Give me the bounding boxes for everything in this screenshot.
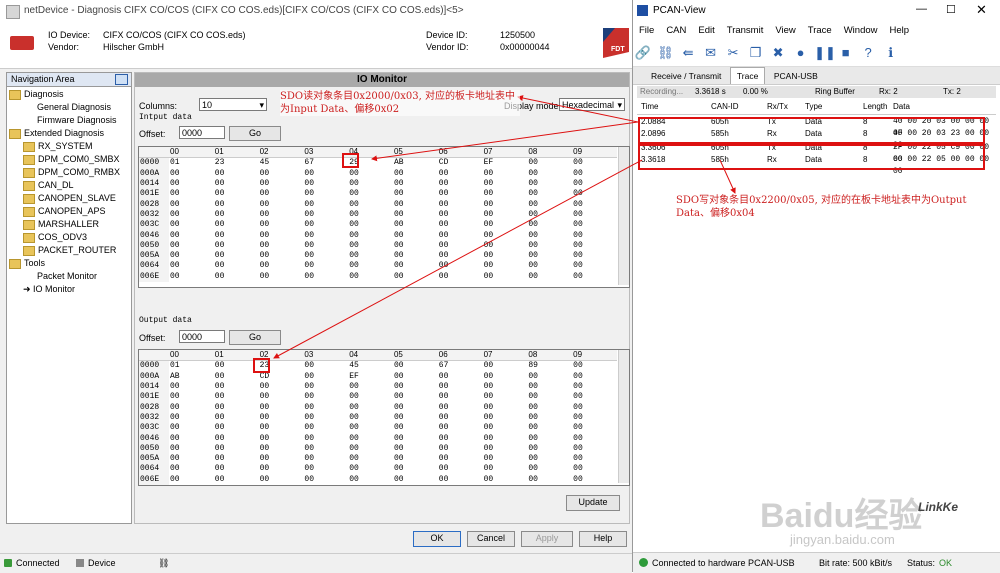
annotation-arrows [273,95,736,359]
output-cell-highlight [253,358,270,373]
watermark-url: jingyan.baidu.com [790,532,895,547]
sdo-write-annotation: SDO写对象条目0x2200/0x05, 对应的在板卡地址表中为Output D… [676,195,967,219]
input-cell-highlight [342,153,359,168]
watermark-logo: Baidu经验 [760,497,923,535]
sdo-read-annotation: SDO读对象条目0x2000/0x03, 对应的板卡地址表中为Input Dat… [280,90,520,116]
watermark-brand: LinkKe [918,500,959,514]
trace-write-highlight [638,142,985,170]
